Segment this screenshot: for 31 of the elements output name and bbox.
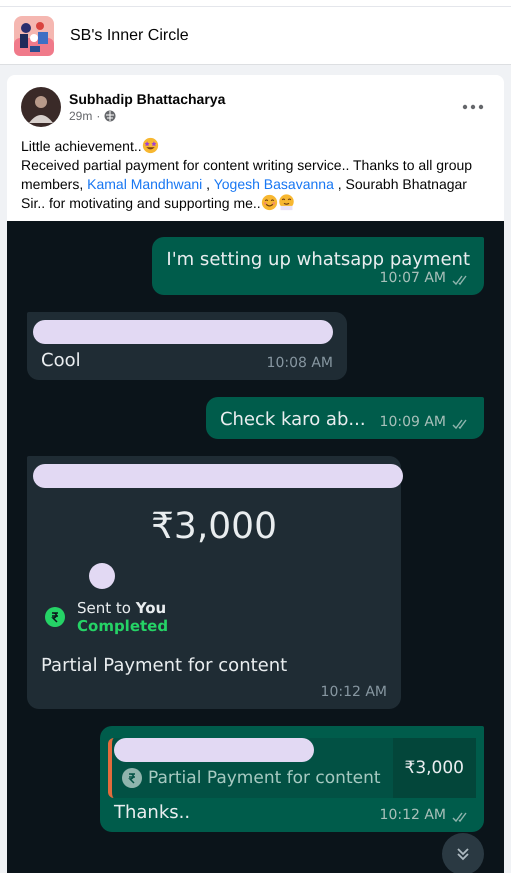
message-time: 10:08 AM bbox=[266, 355, 333, 371]
message-time: 10:09 AM bbox=[380, 414, 446, 430]
post-time[interactable]: 29m bbox=[69, 109, 92, 123]
group-name[interactable]: SB's Inner Circle bbox=[70, 26, 189, 44]
rupee-icon bbox=[45, 607, 65, 627]
message-text: I'm setting up whatsapp payment bbox=[166, 249, 470, 270]
quoted-amount: ₹3,000 bbox=[392, 738, 476, 798]
member-link[interactable]: Yogesh Basavanna bbox=[214, 176, 334, 192]
author-name[interactable]: Subhadip Bhattacharya bbox=[69, 91, 454, 107]
rupee-icon bbox=[122, 768, 142, 788]
payment-amount: ₹3,000 bbox=[150, 506, 278, 547]
separator-dot: · bbox=[96, 109, 100, 123]
star-eyes-emoji-icon bbox=[142, 137, 159, 154]
member-link[interactable]: Kamal Mandhwani bbox=[87, 176, 202, 192]
payment-note: Partial Payment for content bbox=[41, 654, 288, 678]
payment-status: Completed bbox=[77, 617, 168, 635]
message-text: Thanks.. bbox=[114, 802, 190, 823]
hugging-emoji-icon bbox=[278, 194, 295, 211]
avatar[interactable] bbox=[21, 87, 61, 127]
message-text: Check karo ab... bbox=[220, 409, 366, 430]
message-text: Cool bbox=[41, 350, 81, 371]
scroll-down-button[interactable] bbox=[442, 833, 484, 873]
payment-recipient: Sent to You bbox=[77, 599, 168, 617]
globe-icon bbox=[104, 110, 116, 122]
quoted-text: Partial Payment for content bbox=[148, 768, 381, 788]
message-time: 10:12 AM bbox=[320, 684, 387, 700]
smiling-emoji-icon bbox=[260, 194, 278, 211]
more-options-icon[interactable] bbox=[462, 104, 484, 110]
message-time: 10:07 AM bbox=[380, 270, 446, 286]
message-time: 10:12 AM bbox=[380, 807, 446, 823]
post-text: Little achievement.. Received partial payment for content writing service.. Thanks to all group members, Kamal Mandhwani , Yogesh Basavanna , Sourabh Bhatnagar Sir.. for motivating and supporting me.. bbox=[20, 136, 474, 213]
